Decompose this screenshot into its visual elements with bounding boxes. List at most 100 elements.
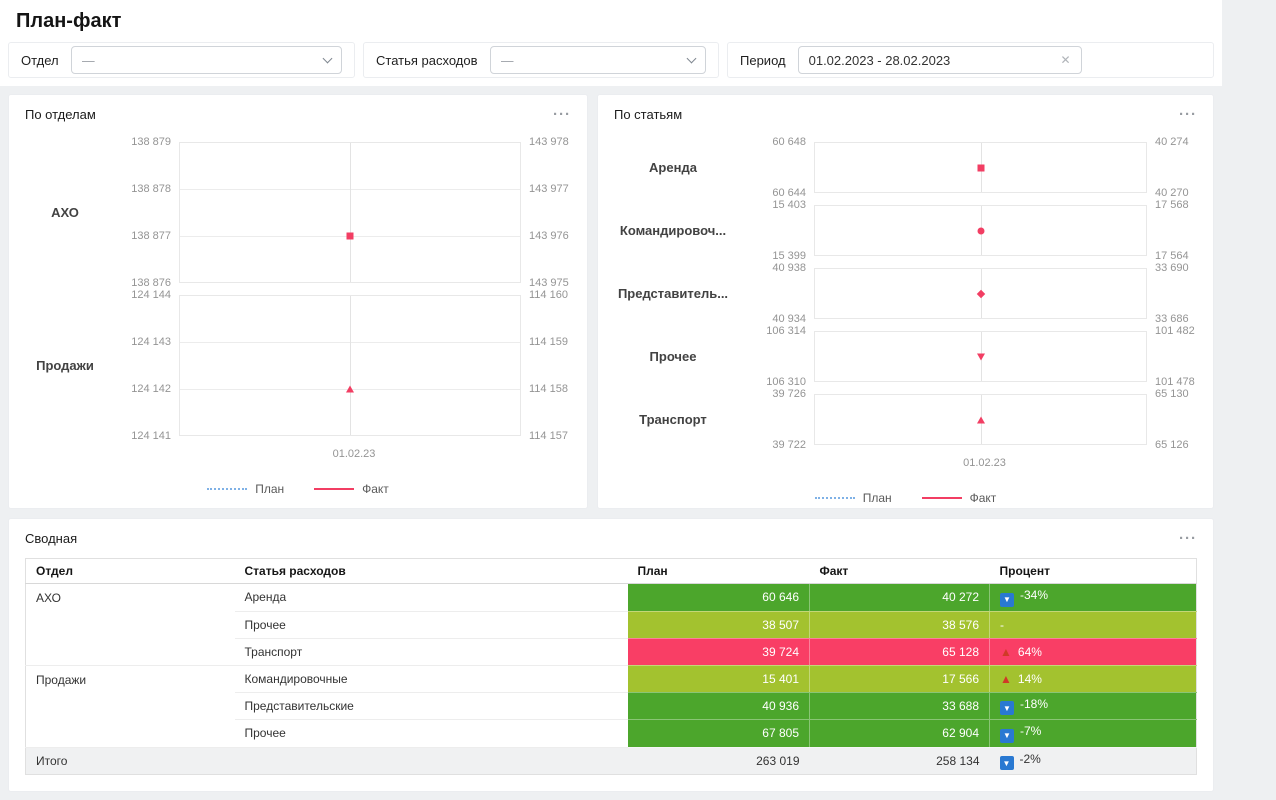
fact-cell: 40 272 xyxy=(809,583,990,612)
legend-fact-label: Факт xyxy=(969,491,997,505)
y-axis-tick: 124 144 xyxy=(131,289,171,301)
plot-area xyxy=(814,142,1147,193)
fact-marker[interactable] xyxy=(977,227,984,234)
fact-marker[interactable] xyxy=(976,289,985,298)
plot-area xyxy=(814,268,1147,319)
percent-value: 14% xyxy=(1017,671,1042,686)
percent-cell: ▼ -34% xyxy=(989,583,1197,612)
card-header: Сводная ··· xyxy=(25,531,1197,546)
y-axis-tick: 60 644 xyxy=(772,187,806,199)
more-menu-icon[interactable]: ··· xyxy=(1179,531,1197,546)
fact-line-icon xyxy=(314,488,355,490)
y-axis-tick: 143 977 xyxy=(529,182,569,195)
left-axis: 39 726 39 722 xyxy=(748,388,814,451)
filter-expense-item-select[interactable]: — xyxy=(489,46,706,74)
total-row: Итого 263 019 258 134 ▼ -2% xyxy=(25,746,1197,775)
x-axis-label: 01.02.23 xyxy=(332,448,376,460)
gridline xyxy=(350,296,351,435)
y-axis-tick: 15 403 xyxy=(772,199,806,211)
y-axis-tick: 15 399 xyxy=(772,250,806,262)
chart-category-row: Представитель... 40 938 40 934 33 690 33 686 xyxy=(598,262,1205,325)
y-axis-tick: 65 126 xyxy=(1155,439,1189,451)
fact-cell: 38 576 xyxy=(809,611,990,639)
clear-icon[interactable]: ✕ xyxy=(1061,54,1071,66)
fact-marker[interactable] xyxy=(346,232,354,240)
expense-item-cell: Прочее xyxy=(234,719,628,748)
legend-fact[interactable]: Факт xyxy=(314,482,389,496)
fact-marker[interactable] xyxy=(977,164,984,171)
more-menu-icon[interactable]: ··· xyxy=(553,107,571,122)
y-axis-tick: 40 274 xyxy=(1155,136,1189,148)
y-axis-tick: 33 690 xyxy=(1155,262,1189,274)
trend-down-icon: ▼ xyxy=(1000,728,1014,743)
percent-cell: ▲ 14% xyxy=(989,665,1197,693)
expense-item-cell: Представительские xyxy=(234,692,628,720)
category-label: АХО xyxy=(51,205,79,220)
fact-line-icon xyxy=(921,497,962,499)
left-axis: 138 879 138 878 138 877 138 876 xyxy=(121,136,179,289)
y-axis-tick: 40 934 xyxy=(772,313,806,325)
total-fact-cell: 258 134 xyxy=(809,746,990,775)
y-axis-tick: 101 478 xyxy=(1155,376,1195,388)
category-label: Продажи xyxy=(36,358,94,373)
category-label: Представитель... xyxy=(617,286,729,301)
y-axis-tick: 39 722 xyxy=(772,439,806,451)
total-percent-cell: ▼ -2% xyxy=(989,746,1197,775)
summary-tbody: АХО Аренда 60 646 40 272 ▼ -34% Прочее 38 507 38… xyxy=(25,583,1197,775)
fact-cell: 62 904 xyxy=(809,719,990,748)
page-header: План-факт Отдел — Статья расходов — Пери… xyxy=(0,0,1222,86)
chart-legend: План Факт xyxy=(598,491,1213,505)
legend-plan-label: План xyxy=(255,482,285,496)
chart-by-department-card: По отделам ··· АХО 138 879 138 878 138 877 1… xyxy=(8,94,588,509)
y-axis-tick: 124 141 xyxy=(131,430,171,442)
y-axis-tick: 33 686 xyxy=(1155,313,1189,325)
fact-cell: 17 566 xyxy=(809,665,990,693)
total-label: Итого xyxy=(25,746,628,775)
percent-cell: ▲ 64% xyxy=(989,638,1197,666)
chart-body: Аренда 60 648 60 644 40 274 40 270 Командиров… xyxy=(598,136,1213,451)
plan-cell: 40 936 xyxy=(627,692,810,720)
table-row: АХО Аренда 60 646 40 272 ▼ -34% xyxy=(25,583,1197,666)
legend-plan[interactable]: План xyxy=(814,491,892,505)
expense-item-cell: Командировочные xyxy=(234,665,628,693)
chart-category-row: АХО 138 879 138 878 138 877 138 876 143 978 14… xyxy=(9,136,579,289)
filter-period-input[interactable]: 01.02.2023 - 28.02.2023 ✕ xyxy=(797,46,1082,74)
department-cell: АХО xyxy=(25,583,235,666)
fact-marker[interactable] xyxy=(976,416,985,423)
y-axis-tick: 106 314 xyxy=(766,325,806,337)
expense-item-cell: Прочее xyxy=(234,611,628,639)
chevron-down-icon xyxy=(686,53,697,63)
y-axis-tick: 17 568 xyxy=(1155,199,1189,211)
filters-row: Отдел — Статья расходов — Период 01.02.2… xyxy=(0,42,1222,78)
y-axis-tick: 114 160 xyxy=(529,289,568,301)
column-header-expense-item: Статья расходов xyxy=(234,558,628,584)
x-axis: 01.02.23 xyxy=(598,457,1213,469)
percent-value: - xyxy=(1000,617,1004,632)
more-menu-icon[interactable]: ··· xyxy=(1179,107,1197,122)
expense-item-cell: Аренда xyxy=(234,583,628,612)
plot-area xyxy=(179,295,521,436)
plot-area xyxy=(814,205,1147,256)
legend-plan-label: План xyxy=(862,491,892,505)
legend-plan[interactable]: План xyxy=(207,482,284,496)
card-header: По статьям ··· xyxy=(598,107,1213,122)
chart-category-row: Аренда 60 648 60 644 40 274 40 270 xyxy=(598,136,1205,199)
plan-cell: 60 646 xyxy=(627,583,810,612)
plan-line-icon xyxy=(814,497,855,499)
fact-marker[interactable] xyxy=(976,353,985,360)
fact-marker[interactable] xyxy=(346,385,354,393)
filter-department-select[interactable]: — xyxy=(70,46,342,74)
page-title: План-факт xyxy=(16,9,122,32)
chart-by-expense-item-card: По статьям ··· Аренда 60 648 60 644 40 274 4… xyxy=(597,94,1214,509)
filter-period-value: 01.02.2023 - 28.02.2023 xyxy=(808,52,951,68)
y-axis-tick: 39 726 xyxy=(772,388,806,400)
category-label: Командировоч... xyxy=(619,223,727,238)
fact-cell: 65 128 xyxy=(809,638,990,666)
chart-legend: План Факт xyxy=(9,482,587,496)
legend-fact[interactable]: Факт xyxy=(921,491,997,505)
filter-department: Отдел — xyxy=(8,42,355,78)
table-header-row: Отдел Статья расходов План Факт Процент xyxy=(25,558,1197,584)
y-axis-tick: 138 877 xyxy=(131,230,171,243)
y-axis-tick: 40 938 xyxy=(772,262,806,274)
charts-row: По отделам ··· АХО 138 879 138 878 138 877 1… xyxy=(8,94,1214,509)
